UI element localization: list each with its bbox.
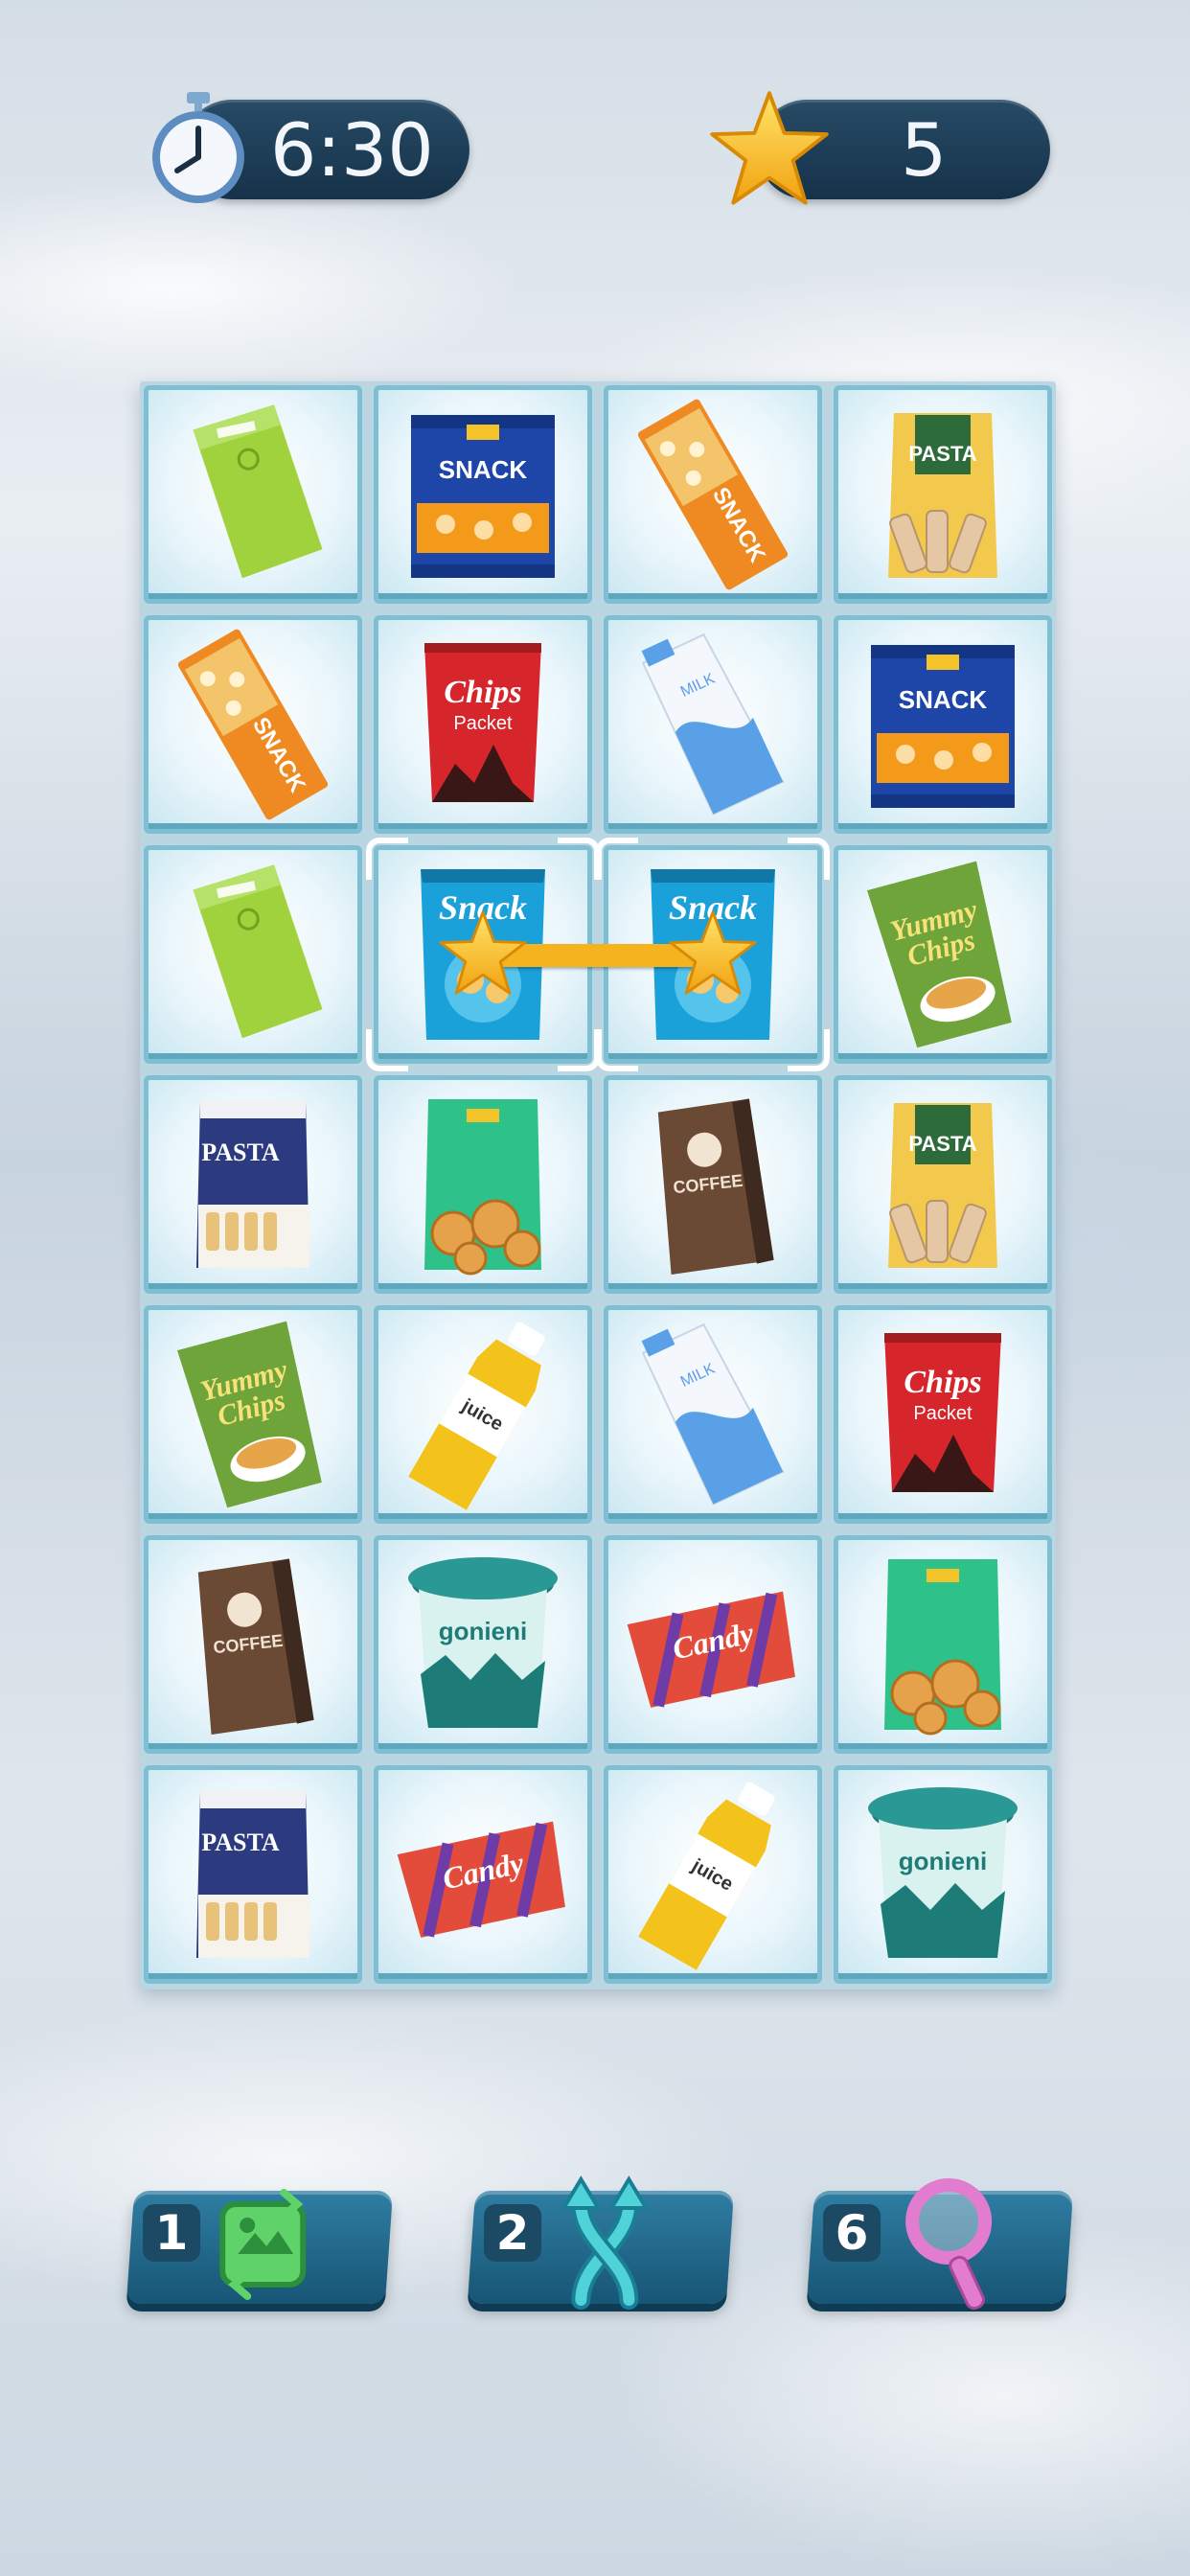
candy-bar-icon: Candy: [627, 1591, 795, 1708]
milk-carton-icon: MILK: [641, 632, 785, 816]
svg-text:gonieni: gonieni: [439, 1617, 527, 1645]
tile-candy-bar[interactable]: Candy: [374, 1765, 592, 1984]
snack-bag-blue-icon: SNACK: [411, 415, 555, 578]
tile-juice-bottle[interactable]: juice: [374, 1305, 592, 1524]
coffee-bag-brown-icon: COFFEE: [197, 1558, 314, 1736]
tile-gonieni-cup[interactable]: gonieni: [374, 1535, 592, 1754]
svg-text:Chips: Chips: [444, 675, 521, 710]
tile-candy-bar[interactable]: Candy: [604, 1535, 822, 1754]
yummy-chips-green-icon: Yummy Chips: [177, 1321, 322, 1508]
match-star-icon: [669, 910, 757, 995]
stopwatch-icon: [152, 92, 244, 203]
tile-pasta-bag-navy[interactable]: PASTA: [144, 1765, 362, 1984]
magnifier-icon: [905, 2178, 993, 2311]
pasta-bag-yellow-icon: PASTA: [888, 1103, 997, 1268]
gonieni-cup-icon: gonieni: [868, 1787, 1018, 1958]
pasta-bag-yellow-icon: PASTA: [888, 413, 997, 578]
tile-cookie-bag-green[interactable]: [834, 1535, 1052, 1754]
tile-snack-bag-blue[interactable]: SNACK: [834, 615, 1052, 834]
juice-bottle-icon: juice: [638, 1782, 775, 1970]
gonieni-cup-icon: gonieni: [408, 1557, 558, 1728]
tile-yummy-chips-green[interactable]: Yummy Chips: [834, 845, 1052, 1064]
tile-chips-packet-red[interactable]: Chips Packet: [834, 1305, 1052, 1524]
selection-corner: [788, 1029, 830, 1071]
match-star-icon: [439, 910, 527, 995]
svg-text:Packet: Packet: [913, 1403, 973, 1424]
tile-cookie-bag-green[interactable]: [374, 1075, 592, 1294]
coffee-bag-brown-icon: COFFEE: [657, 1098, 774, 1276]
tile-gonieni-cup[interactable]: gonieni: [834, 1765, 1052, 1984]
juice-bottle-icon: juice: [408, 1322, 545, 1510]
tile-pasta-bag-yellow[interactable]: PASTA: [834, 385, 1052, 604]
svg-text:PASTA: PASTA: [201, 1828, 280, 1856]
hint-booster-button[interactable]: 6: [806, 2178, 1074, 2311]
booster-count: 2: [484, 2204, 542, 2262]
tile-green-coffee-bag[interactable]: [144, 845, 362, 1064]
tile-snack-bag-blue[interactable]: SNACK: [374, 385, 592, 604]
tile-milk-carton[interactable]: MILK: [604, 615, 822, 834]
svg-text:SNACK: SNACK: [439, 455, 528, 484]
swap-arrows-icon: [560, 2175, 650, 2310]
svg-text:SNACK: SNACK: [899, 685, 988, 714]
tile-milk-carton[interactable]: MILK: [604, 1305, 822, 1524]
green-coffee-bag-icon: [193, 864, 323, 1039]
svg-text:gonieni: gonieni: [899, 1847, 987, 1875]
selection-corner: [366, 838, 408, 880]
svg-text:PASTA: PASTA: [908, 442, 976, 466]
selection-corner: [596, 1029, 638, 1071]
nut-bar-orange-icon: SNACK: [637, 399, 789, 590]
svg-text:PASTA: PASTA: [201, 1138, 280, 1166]
green-coffee-bag-icon: [193, 404, 323, 579]
selection-corner: [596, 838, 638, 880]
tile-yummy-chips-green[interactable]: Yummy Chips: [144, 1305, 362, 1524]
selection-corner: [788, 838, 830, 880]
chips-packet-red-icon: Chips Packet: [424, 643, 541, 802]
cookie-bag-green-icon: [424, 1099, 541, 1276]
timer-value: 6:30: [270, 107, 434, 193]
chips-packet-red-icon: Chips Packet: [884, 1333, 1001, 1492]
tile-chips-packet-red[interactable]: Chips Packet: [374, 615, 592, 834]
svg-text:Chips: Chips: [904, 1365, 981, 1400]
svg-text:Packet: Packet: [453, 713, 513, 734]
selection-corner: [558, 838, 600, 880]
tile-juice-bottle[interactable]: juice: [604, 1765, 822, 1984]
shuffle-booster-button[interactable]: 1: [126, 2189, 394, 2304]
shuffle-icon: [219, 2189, 307, 2300]
milk-carton-icon: MILK: [641, 1322, 785, 1506]
candy-bar-icon: Candy: [397, 1821, 565, 1938]
tile-coffee-bag-brown[interactable]: COFFEE: [144, 1535, 362, 1754]
nut-bar-orange-icon: SNACK: [177, 629, 329, 820]
tile-green-coffee-bag[interactable]: [144, 385, 362, 604]
snack-bag-blue-icon: SNACK: [871, 645, 1015, 808]
booster-count: 1: [143, 2204, 201, 2262]
tile-pasta-bag-yellow[interactable]: PASTA: [834, 1075, 1052, 1294]
tile-nut-bar-orange[interactable]: SNACK: [604, 385, 822, 604]
game-board: SNACK SNACK PASTA SNACK Chips Packet MIL…: [140, 381, 1056, 1990]
svg-text:PASTA: PASTA: [908, 1132, 976, 1156]
yummy-chips-green-icon: Yummy Chips: [867, 861, 1012, 1048]
selection-corner: [366, 1029, 408, 1071]
swap-booster-button[interactable]: 2: [467, 2175, 735, 2310]
tile-nut-bar-orange[interactable]: SNACK: [144, 615, 362, 834]
score-value: 5: [901, 107, 948, 193]
pasta-bag-navy-icon: PASTA: [196, 1101, 309, 1268]
cookie-bag-green-icon: [884, 1559, 1001, 1736]
booster-count: 6: [823, 2204, 881, 2262]
selection-corner: [558, 1029, 600, 1071]
star-icon: [710, 91, 829, 205]
tile-coffee-bag-brown[interactable]: COFFEE: [604, 1075, 822, 1294]
pasta-bag-navy-icon: PASTA: [196, 1791, 309, 1958]
tile-pasta-bag-navy[interactable]: PASTA: [144, 1075, 362, 1294]
